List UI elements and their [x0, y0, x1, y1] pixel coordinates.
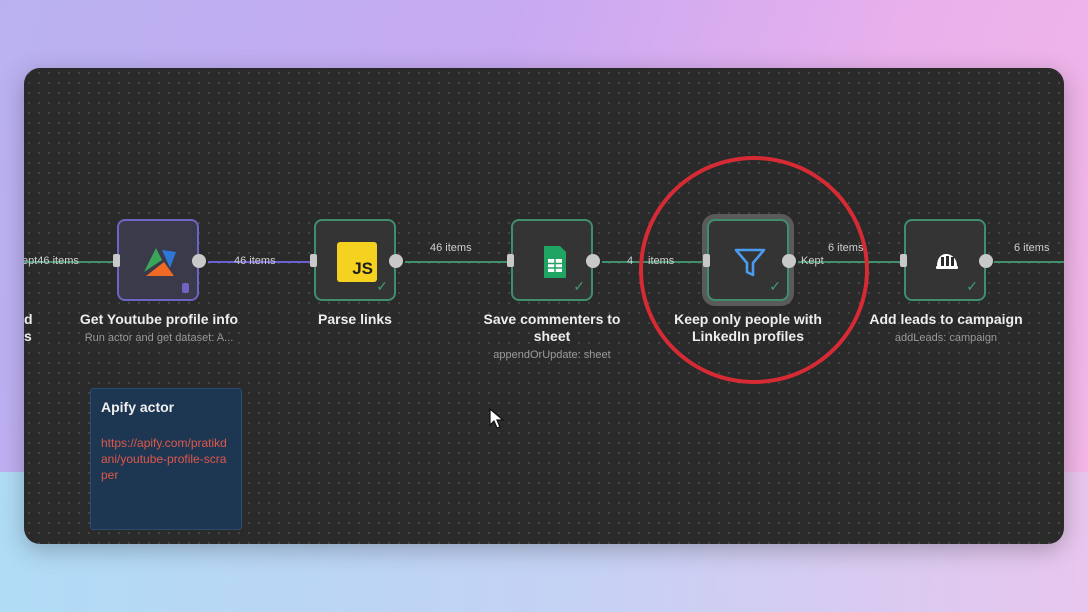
node-subtitle: Run actor and get dataset: A... [84, 332, 234, 344]
output-handle[interactable] [192, 254, 206, 268]
test-flask-icon [182, 283, 189, 293]
node-title-partial: s [24, 328, 32, 344]
highlight-circle [639, 156, 869, 384]
lemlist-icon [936, 254, 958, 269]
javascript-icon-label: JS [352, 259, 373, 278]
edge-item-count: ept46 items [24, 255, 79, 267]
node-title: Get Youtube profile info [79, 311, 239, 327]
edge-item-count: 46 items [430, 242, 472, 254]
apify-icon [144, 248, 176, 276]
javascript-icon: JS [337, 242, 377, 282]
node-add-leads-to-campaign[interactable]: ✓ [900, 219, 993, 301]
sticky-note-apify-actor[interactable]: Apify actor https://apify.com/pratikdani… [90, 388, 242, 530]
edge-item-count: 46 items [234, 255, 276, 267]
input-handle[interactable] [507, 254, 514, 267]
node-subtitle: addLeads: campaign [894, 332, 998, 344]
node-title-partial: d [24, 311, 33, 327]
node-title: Parse links [318, 311, 392, 327]
connection-parse-save[interactable] [405, 261, 509, 263]
sticky-note-title: Apify actor [101, 399, 175, 415]
google-sheets-icon [544, 246, 566, 278]
node-title: sheet [533, 328, 571, 344]
node-parse-links[interactable]: JS ✓ [310, 219, 403, 301]
input-handle[interactable] [900, 254, 907, 267]
success-check-icon: ✓ [573, 278, 585, 294]
output-handle[interactable] [979, 254, 993, 268]
sticky-note-link[interactable]: https://apify.com/pratikdani/youtube-pro… [101, 435, 231, 483]
node-title: Save commenters to [483, 311, 621, 327]
edge-item-count: 6 items [1014, 242, 1050, 254]
input-handle[interactable] [113, 254, 120, 267]
success-check-icon: ✓ [966, 278, 978, 294]
success-check-icon: ✓ [376, 278, 388, 294]
node-get-youtube-profile-info[interactable] [113, 219, 206, 301]
output-handle[interactable] [586, 254, 600, 268]
edge-item-count: 4 [627, 255, 634, 267]
input-handle[interactable] [310, 254, 317, 267]
mouse-cursor-icon [489, 408, 505, 429]
node-title: Add leads to campaign [869, 311, 1023, 327]
connection-add-next[interactable] [994, 261, 1064, 263]
node-subtitle: appendOrUpdate: sheet [493, 349, 611, 361]
node-save-commenters[interactable]: ✓ [507, 219, 600, 301]
workflow-canvas[interactable]: ept46 items 46 items 46 items 4 items 6 … [24, 68, 1064, 544]
output-handle[interactable] [389, 254, 403, 268]
